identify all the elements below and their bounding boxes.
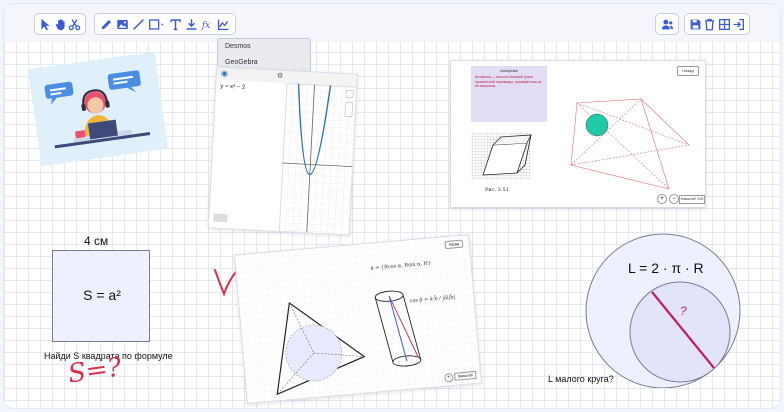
shape-dropdown[interactable] — [146, 15, 167, 33]
square-shape[interactable]: S = a² — [52, 250, 150, 342]
desmos-logo-icon: ◉ — [220, 68, 229, 79]
grid-icon[interactable] — [717, 15, 732, 33]
desmos-plot[interactable] — [278, 83, 357, 235]
desmos-expression-list: y = x² − 2 — [208, 79, 288, 231]
pencil-icon[interactable] — [98, 15, 114, 33]
keyboard-icon[interactable] — [213, 213, 228, 223]
geometry-cylinder-panel[interactable]: ā = {Rcos α, Rsin α, H} cos β = ā·b̄ / |… — [233, 234, 483, 404]
hand-icon[interactable] — [53, 15, 68, 33]
cursor-icon[interactable] — [38, 15, 53, 33]
scissors-icon[interactable] — [67, 15, 82, 33]
svg-text:fx: fx — [201, 20, 210, 30]
circle-task-text: L малого круга? — [548, 374, 614, 384]
text-icon[interactable] — [168, 15, 184, 33]
illustration-card[interactable] — [27, 51, 169, 167]
teacher-illustration — [27, 51, 169, 167]
toolbar-group-navigation — [34, 13, 86, 35]
toolbar-group-users — [655, 13, 679, 35]
save-icon[interactable] — [688, 15, 703, 33]
expression-input[interactable]: y = x² − 2 — [220, 84, 245, 91]
toolbar-group-drawing: fx — [94, 13, 236, 35]
image-icon[interactable] — [114, 15, 130, 33]
side-length-label: 4 см — [84, 234, 109, 248]
menu-item-desmos[interactable]: Desmos — [218, 39, 310, 55]
figure-caption: Рис. 3.51 — [485, 187, 509, 193]
formula-icon[interactable]: fx — [200, 15, 216, 33]
textbook-back-button[interactable]: Назад — [677, 66, 699, 76]
circumference-formula: L = 2 · π · R — [628, 260, 704, 276]
radius-question-mark: ? — [680, 304, 687, 318]
top-toolbar: fx — [4, 4, 780, 42]
pyramid-figure — [570, 98, 691, 190]
desmos-graph-panel[interactable]: ◉ ⚙ y = x² − 2 — [207, 66, 359, 236]
zoom-out-button[interactable]: − — [669, 194, 679, 204]
trash-icon[interactable] — [703, 15, 718, 33]
prism-figure — [471, 133, 532, 179]
cylinder-back-button[interactable]: Назад — [444, 239, 464, 250]
toolbar-group-file — [684, 13, 750, 35]
scale-label: Масштаб: 100 — [679, 195, 705, 204]
definition-text: Апофема — высота боковой грани правильно… — [475, 75, 542, 89]
settings-icon[interactable]: ⚙ — [277, 72, 284, 80]
definition-box: Апофема Апофема — высота боковой грани п… — [471, 66, 547, 122]
circle-figure[interactable] — [584, 232, 748, 388]
handwritten-answer: S=? — [66, 352, 124, 390]
whiteboard-canvas[interactable]: fx Desmos GeoGebra ◉ ⚙ y = x² − 2 Назад … — [4, 4, 780, 408]
chart-icon[interactable] — [216, 15, 232, 33]
exit-icon[interactable] — [732, 15, 747, 33]
zoom-in-button[interactable]: + — [657, 194, 667, 204]
textbook-pyramid-panel[interactable]: Назад Апофема Апофема — высота боковой г… — [450, 60, 706, 208]
area-formula: S = a² — [83, 287, 121, 303]
users-icon[interactable] — [659, 15, 675, 33]
line-icon[interactable] — [130, 15, 146, 33]
download-icon[interactable] — [184, 15, 200, 33]
